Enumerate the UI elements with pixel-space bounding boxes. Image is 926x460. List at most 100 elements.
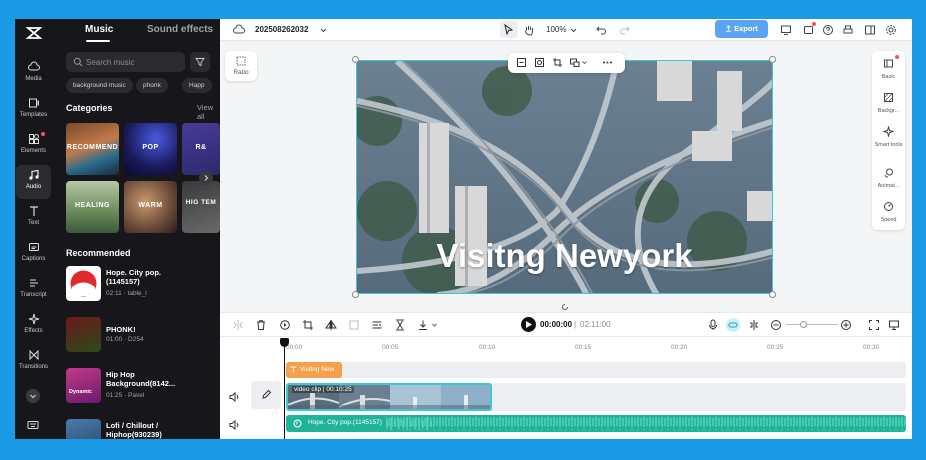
tab-music[interactable]: Music [85, 24, 113, 35]
track-item[interactable]: Hope. City pop. (1145157) 02:11 · table_… [66, 266, 216, 302]
more-options-icon[interactable] [602, 57, 613, 68]
trim-icon[interactable] [394, 319, 406, 331]
captions-edit-icon[interactable] [371, 319, 383, 331]
layout-options-icon[interactable] [569, 57, 580, 68]
flip-icon[interactable] [325, 319, 337, 331]
track-item[interactable]: PHONK! 01:00 · D254 [66, 317, 216, 353]
audio-clip[interactable]: Hope. City pop.(1145157) [286, 415, 906, 432]
fit-screen-icon[interactable] [868, 319, 880, 331]
playhead-handle[interactable] [280, 338, 289, 347]
cloud-icon[interactable] [233, 24, 245, 36]
volume-icon[interactable] [228, 419, 240, 431]
video-clip[interactable]: video clip | 00:10:25 [286, 383, 492, 411]
category-card[interactable]: HIG TEM [182, 181, 220, 233]
zoom-in-icon[interactable] [840, 319, 852, 331]
rail-basic[interactable]: Basic [872, 53, 905, 87]
categories-next-button[interactable] [199, 171, 213, 185]
help-icon[interactable] [822, 24, 834, 36]
rotate-icon[interactable] [561, 303, 569, 311]
edit-track-button[interactable] [251, 381, 281, 409]
play-button[interactable] [521, 317, 536, 332]
video-title-overlay[interactable]: Visitng Newyork [357, 237, 772, 275]
nav-label: Captions [21, 256, 46, 262]
zoom-level[interactable]: 100% [546, 25, 566, 34]
nav-transitions[interactable]: Transitions [16, 345, 51, 379]
export-button[interactable]: Export [715, 20, 768, 38]
ruler-tick: 00:25 [767, 344, 784, 351]
delete-icon[interactable] [255, 319, 267, 331]
nav-transcript[interactable]: Transcript [16, 273, 51, 307]
zoom-slider[interactable] [786, 324, 838, 325]
microphone-icon[interactable] [707, 319, 719, 331]
ratio-button[interactable]: Ratio [225, 51, 257, 81]
category-card[interactable]: HEALING [66, 181, 119, 233]
nav-elements[interactable]: Elements [16, 129, 51, 163]
chevron-down-icon[interactable] [569, 24, 578, 36]
replace-icon[interactable] [516, 57, 527, 68]
more-nav-button[interactable] [26, 389, 40, 403]
hand-icon[interactable] [523, 24, 535, 36]
filter-button[interactable] [190, 52, 210, 72]
audio-tabs: Music Sound effects [52, 24, 220, 42]
nav-effects[interactable]: Effects [16, 309, 51, 343]
video-preview[interactable]: Visitng Newyork [356, 60, 773, 294]
resize-handle[interactable] [769, 56, 776, 63]
nav-text[interactable]: Text [16, 201, 51, 235]
rail-smart-tools[interactable]: Smart tools [872, 121, 905, 155]
layout-icon[interactable] [864, 24, 876, 36]
suggestion-chip[interactable]: background music [66, 78, 133, 93]
monitor-icon[interactable] [888, 319, 900, 331]
speedometer-icon [884, 202, 893, 211]
split-view-icon[interactable] [748, 319, 760, 331]
ruler-tick: 00:15 [575, 344, 592, 351]
suggestion-chip[interactable]: phonk [136, 78, 168, 93]
track-item[interactable]: Lofi / Chillout / Hiphop(930239) [66, 419, 216, 439]
rail-animation[interactable]: Animat... [872, 162, 905, 196]
print-icon[interactable] [842, 24, 854, 36]
split-icon[interactable] [232, 319, 244, 331]
text-clip[interactable]: Visitng New [286, 362, 342, 378]
redo-icon[interactable] [619, 24, 631, 36]
track-item[interactable]: Dynamic Hip Hop Background(8142... 01:25… [66, 368, 216, 404]
text-icon [290, 366, 297, 373]
category-card[interactable]: POP [124, 123, 177, 175]
nav-audio[interactable]: Audio [16, 165, 51, 199]
category-label: HIG TEM [185, 199, 217, 206]
volume-icon[interactable] [228, 391, 240, 403]
undo-icon[interactable] [595, 24, 607, 36]
chevron-down-icon[interactable] [431, 319, 438, 331]
present-icon[interactable] [780, 24, 792, 36]
mask-icon[interactable] [534, 57, 545, 68]
rail-background[interactable]: Backgr... [872, 87, 905, 121]
nav-captions[interactable]: Captions [16, 237, 51, 271]
resize-handle[interactable] [352, 56, 359, 63]
replay-icon[interactable] [279, 319, 291, 331]
view-all-link[interactable]: View all [197, 103, 220, 121]
crop-icon[interactable] [302, 319, 314, 331]
right-rail: Basic Backgr... Smart tools Animat... Sp… [872, 51, 905, 230]
chevron-down-icon[interactable] [581, 57, 588, 68]
tab-sound-effects[interactable]: Sound effects [147, 24, 213, 35]
chevron-down-icon[interactable] [319, 24, 328, 36]
rail-speed[interactable]: Speed [872, 196, 905, 230]
zoom-slider-thumb[interactable] [800, 321, 807, 328]
keyboard-icon[interactable] [27, 419, 39, 431]
settings-icon[interactable] [885, 24, 897, 36]
resize-handle[interactable] [769, 291, 776, 298]
category-card[interactable]: RECOMMEND [66, 123, 119, 175]
select-tool-button[interactable] [500, 21, 518, 38]
zoom-out-icon[interactable] [770, 319, 782, 331]
freeze-icon[interactable] [348, 319, 360, 331]
nav-templates[interactable]: Templates [16, 93, 51, 127]
download-icon[interactable] [417, 319, 429, 331]
project-name[interactable]: 2025082620​32 [255, 25, 308, 34]
category-card[interactable]: WARM [124, 181, 177, 233]
auto-snap-toggle[interactable] [726, 318, 740, 332]
search-input[interactable] [86, 55, 182, 69]
crop-icon[interactable] [552, 57, 563, 68]
category-card[interactable]: R& [182, 123, 220, 175]
resize-handle[interactable] [352, 291, 359, 298]
suggestion-chip[interactable]: Happ [182, 78, 212, 93]
nav-media[interactable]: Media [16, 57, 51, 91]
playhead[interactable] [284, 338, 285, 439]
